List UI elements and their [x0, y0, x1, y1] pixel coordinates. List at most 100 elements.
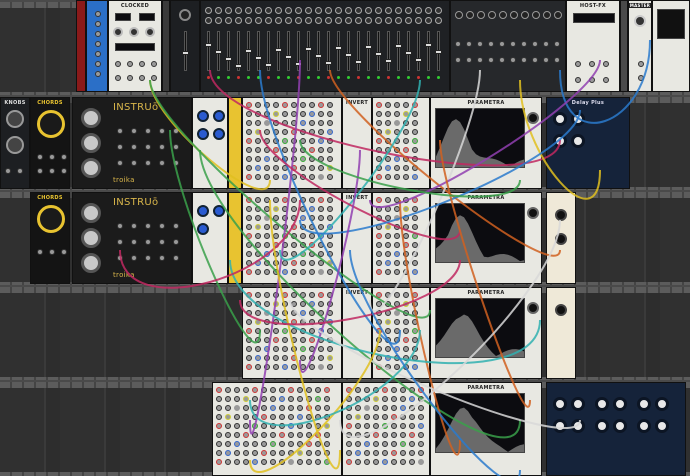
- utility-jack[interactable]: [327, 147, 333, 153]
- utility-jack[interactable]: [318, 301, 324, 307]
- mixer-fader[interactable]: [337, 31, 340, 71]
- utility-jack[interactable]: [355, 441, 361, 447]
- utility-jack[interactable]: [385, 328, 391, 334]
- utility-jack[interactable]: [324, 441, 330, 447]
- utility-jack[interactable]: [300, 364, 306, 370]
- utility-jack[interactable]: [246, 269, 252, 275]
- utility-jack[interactable]: [252, 459, 258, 465]
- module-white-1[interactable]: [192, 97, 228, 189]
- utility-jack[interactable]: [234, 432, 240, 438]
- utility-jack[interactable]: [216, 441, 222, 447]
- utility-jack[interactable]: [309, 197, 315, 203]
- utility-jack[interactable]: [318, 337, 324, 343]
- utility-jack[interactable]: [376, 129, 382, 135]
- utility-jack[interactable]: [324, 459, 330, 465]
- utility-jack[interactable]: [355, 423, 361, 429]
- utility-jack[interactable]: [376, 156, 382, 162]
- utility-jack[interactable]: [309, 206, 315, 212]
- utility-jack[interactable]: [394, 147, 400, 153]
- troika-jack[interactable]: [145, 239, 151, 245]
- utility-jack[interactable]: [300, 215, 306, 221]
- utility-jack[interactable]: [385, 346, 391, 352]
- utility-jack[interactable]: [261, 396, 267, 402]
- utility-jack[interactable]: [282, 215, 288, 221]
- module-yellow-2[interactable]: [228, 192, 242, 284]
- utility-jack[interactable]: [255, 206, 261, 212]
- utility-jack[interactable]: [246, 165, 252, 171]
- utility-jack[interactable]: [364, 423, 370, 429]
- utility-jack[interactable]: [255, 120, 261, 126]
- utility-jack[interactable]: [279, 423, 285, 429]
- utility-jack[interactable]: [376, 224, 382, 230]
- mixer-fader[interactable]: [357, 31, 360, 71]
- utility-jack[interactable]: [355, 450, 361, 456]
- utility-jack[interactable]: [300, 111, 306, 117]
- utility-jack[interactable]: [264, 129, 270, 135]
- utility-jack[interactable]: [346, 450, 352, 456]
- module-invert-1[interactable]: INVERT: [342, 97, 372, 189]
- utility-jack[interactable]: [234, 387, 240, 393]
- utility-jack[interactable]: [364, 441, 370, 447]
- utility-jack[interactable]: [385, 206, 391, 212]
- mixer-knob[interactable]: [265, 17, 272, 24]
- utility-jack[interactable]: [309, 224, 315, 230]
- module-instruo-troika-1[interactable]: INSTRUō troika: [72, 97, 192, 189]
- utility-jack[interactable]: [246, 364, 252, 370]
- mixer-fader-cap[interactable]: [275, 48, 282, 52]
- utility-jack[interactable]: [291, 364, 297, 370]
- mixer-led[interactable]: [207, 76, 210, 79]
- utility-jack[interactable]: [270, 405, 276, 411]
- mixer2-jack[interactable]: [543, 57, 549, 63]
- mixer2-jack[interactable]: [488, 57, 494, 63]
- utility-jack[interactable]: [327, 242, 333, 248]
- mixer-fader-cap[interactable]: [355, 60, 362, 64]
- troika-jack[interactable]: [159, 239, 165, 245]
- utility-jack[interactable]: [282, 337, 288, 343]
- module-notes[interactable]: [652, 0, 690, 92]
- utility-jack[interactable]: [306, 414, 312, 420]
- utility-jack[interactable]: [291, 301, 297, 307]
- module-utility-bank-1[interactable]: [242, 97, 342, 189]
- utility-jack[interactable]: [409, 414, 415, 420]
- mixer-led[interactable]: [427, 76, 430, 79]
- mixer2-knob[interactable]: [521, 11, 529, 19]
- mixer-fader[interactable]: [227, 31, 230, 71]
- utility-jack[interactable]: [273, 337, 279, 343]
- utility-jack[interactable]: [403, 260, 409, 266]
- utility-jack[interactable]: [315, 387, 321, 393]
- utility-jack[interactable]: [252, 414, 258, 420]
- utility-jack[interactable]: [273, 269, 279, 275]
- utility-jack[interactable]: [355, 387, 361, 393]
- utility-jack[interactable]: [355, 405, 361, 411]
- utility-jack[interactable]: [376, 251, 382, 257]
- module-white-2[interactable]: [192, 192, 228, 284]
- troika-jack[interactable]: [131, 239, 137, 245]
- utility-jack[interactable]: [216, 405, 222, 411]
- utility-jack[interactable]: [255, 251, 261, 257]
- utility-jack[interactable]: [282, 328, 288, 334]
- utility-jack[interactable]: [346, 387, 352, 393]
- mixer2-knob[interactable]: [466, 11, 474, 19]
- mixer-led[interactable]: [387, 76, 390, 79]
- mixer-fader-cap[interactable]: [255, 56, 262, 60]
- utility-jack[interactable]: [282, 346, 288, 352]
- utility-jack[interactable]: [273, 129, 279, 135]
- utility-jack[interactable]: [282, 111, 288, 117]
- utility-jack[interactable]: [300, 319, 306, 325]
- utility-jack[interactable]: [288, 423, 294, 429]
- troika-knob[interactable]: [81, 158, 101, 178]
- troika-jack[interactable]: [117, 160, 123, 166]
- mixer-led[interactable]: [287, 76, 290, 79]
- mixer2-jack[interactable]: [477, 57, 483, 63]
- utility-jack[interactable]: [412, 120, 418, 126]
- utility-jack[interactable]: [318, 260, 324, 266]
- delay-knob[interactable]: [553, 112, 567, 126]
- utility-jack[interactable]: [300, 292, 306, 298]
- utility-jack[interactable]: [403, 251, 409, 257]
- utility-jack[interactable]: [246, 242, 252, 248]
- mixer2-jack[interactable]: [532, 57, 538, 63]
- mixer2-knob[interactable]: [554, 11, 562, 19]
- mixer-fader[interactable]: [287, 31, 290, 71]
- mixer-led[interactable]: [227, 76, 230, 79]
- utility-jack[interactable]: [279, 405, 285, 411]
